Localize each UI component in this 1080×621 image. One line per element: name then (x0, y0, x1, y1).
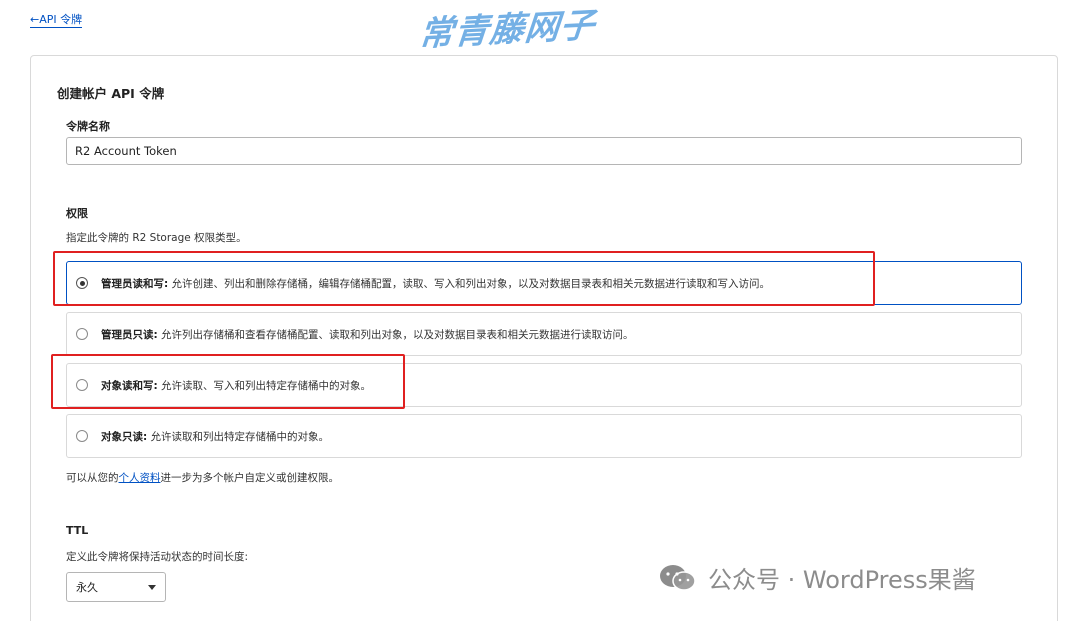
chevron-down-icon (148, 584, 156, 590)
create-token-card: 创建帐户 API 令牌 令牌名称 权限 指定此令牌的 R2 Storage 权限… (30, 55, 1058, 621)
watermark-logo-text: 常青藤网子 (417, 5, 597, 55)
card-title: 创建帐户 API 令牌 (57, 86, 165, 101)
permissions-description: 指定此令牌的 R2 Storage 权限类型。 (66, 232, 247, 244)
permissions-title: 权限 (66, 207, 88, 220)
option-name: 管理员读和写: (101, 277, 169, 290)
option-text: 管理员读和写: 允许创建、列出和删除存储桶，编辑存储桶配置，读取、写入和列出对象… (101, 276, 770, 291)
option-text: 对象读和写: 允许读取、写入和列出特定存储桶中的对象。 (101, 378, 371, 393)
back-to-api-tokens-link[interactable]: ←API 令牌 (30, 12, 83, 28)
note-prefix: 可以从您的 (66, 472, 119, 484)
ttl-description: 定义此令牌将保持活动状态的时间长度: (66, 551, 249, 563)
permission-option-admin-read-only[interactable]: 管理员只读: 允许列出存储桶和查看存储桶配置、读取和列出对象，以及对数据目录表和… (66, 312, 1022, 356)
permission-option-admin-read-write[interactable]: 管理员读和写: 允许创建、列出和删除存储桶，编辑存储桶配置，读取、写入和列出对象… (66, 261, 1022, 305)
permission-option-object-read-only[interactable]: 对象只读: 允许读取和列出特定存储桶中的对象。 (66, 414, 1022, 458)
option-text: 对象只读: 允许读取和列出特定存储桶中的对象。 (101, 429, 329, 444)
option-description: 允许读取和列出特定存储桶中的对象。 (147, 430, 330, 443)
ttl-select[interactable]: 永久 (66, 572, 166, 602)
token-name-input[interactable] (66, 137, 1022, 165)
radio-button[interactable] (76, 328, 88, 340)
radio-button[interactable] (76, 430, 88, 442)
permission-option-object-read-write[interactable]: 对象读和写: 允许读取、写入和列出特定存储桶中的对象。 (66, 363, 1022, 407)
option-description: 允许读取、写入和列出特定存储桶中的对象。 (157, 379, 372, 392)
option-name: 对象读和写: (101, 379, 158, 392)
option-description: 允许列出存储桶和查看存储桶配置、读取和列出对象，以及对数据目录表和相关元数据进行… (157, 328, 634, 341)
ttl-title: TTL (66, 524, 89, 537)
note-suffix: 进一步为多个帐户自定义或创建权限。 (160, 472, 340, 484)
option-name: 对象只读: (101, 430, 148, 443)
option-name: 管理员只读: (101, 328, 158, 341)
ttl-selected-value: 永久 (76, 581, 98, 594)
radio-button[interactable] (76, 379, 88, 391)
option-description: 允许创建、列出和删除存储桶，编辑存储桶配置，读取、写入和列出对象，以及对数据目录… (168, 277, 771, 290)
option-text: 管理员只读: 允许列出存储桶和查看存储桶配置、读取和列出对象，以及对数据目录表和… (101, 327, 634, 342)
profile-link[interactable]: 个人资料 (119, 472, 161, 484)
profile-note: 可以从您的个人资料进一步为多个帐户自定义或创建权限。 (66, 470, 339, 485)
radio-button-checked[interactable] (76, 277, 88, 289)
token-name-label: 令牌名称 (66, 120, 110, 133)
